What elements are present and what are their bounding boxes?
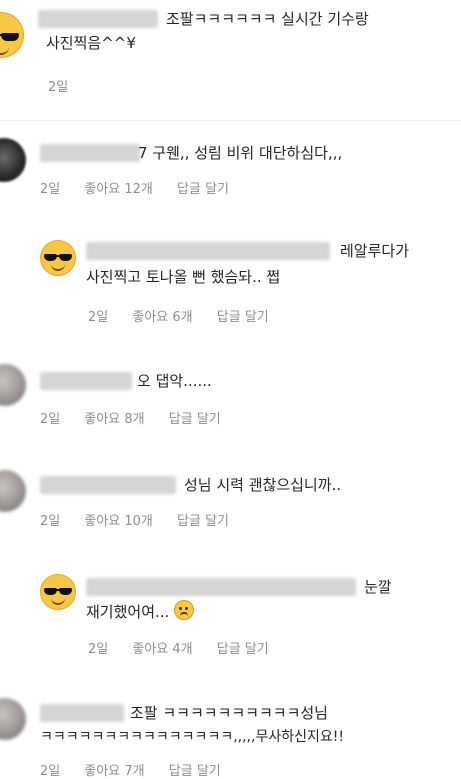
- redacted-username[interactable]: [86, 578, 356, 596]
- comment-time: 2일: [40, 412, 61, 427]
- weary-face-emoji-icon: [174, 600, 195, 620]
- like-count[interactable]: 좋아요 10개: [84, 514, 153, 529]
- redacted-username[interactable]: [40, 704, 124, 722]
- comment-text: 눈깔: [364, 578, 392, 596]
- comment-meta: 2일 좋아요 4개 답글 달기: [88, 638, 289, 657]
- comment-time: 2일: [40, 764, 61, 779]
- redacted-username[interactable]: [40, 144, 140, 162]
- comment-meta: 2일 좋아요 12개 답글 달기: [40, 178, 249, 197]
- sunglasses-emoji-avatar[interactable]: [0, 12, 24, 58]
- comment-time: 2일: [88, 310, 109, 325]
- user-avatar[interactable]: [0, 470, 26, 512]
- redacted-username[interactable]: [38, 10, 158, 28]
- like-count[interactable]: 좋아요 8개: [84, 412, 144, 427]
- reply-button[interactable]: 답글 달기: [177, 514, 229, 529]
- comment-meta: 2일 좋아요 10개 답글 달기: [40, 510, 249, 529]
- sunglasses-emoji-avatar[interactable]: [40, 240, 76, 276]
- user-avatar[interactable]: [0, 698, 26, 740]
- divider: [0, 120, 461, 121]
- reply-button[interactable]: 답글 달기: [177, 182, 229, 197]
- comment-text: 오 댑악......: [137, 372, 212, 390]
- comment-text: 레알루다가: [340, 242, 410, 260]
- comment-text-line2: 사진찍고 토나올 뻔 했슴돠.. 쩝: [86, 268, 281, 286]
- reply-button[interactable]: 답글 달기: [217, 642, 269, 657]
- redacted-username[interactable]: [86, 242, 330, 260]
- comment-meta: 2일 좋아요 6개 답글 달기: [88, 306, 289, 325]
- comment-meta: 2일: [48, 76, 88, 95]
- reply-button[interactable]: 답글 달기: [169, 764, 221, 779]
- user-avatar[interactable]: [0, 364, 26, 406]
- comment-time: 2일: [40, 514, 61, 529]
- redacted-username[interactable]: [40, 372, 132, 390]
- comment-text: 7 구웬,, 성림 비위 대단하심다,,,: [138, 144, 343, 162]
- comment-text: 조팔 ㅋㅋㅋㅋㅋㅋㅋㅋㅋㅋ성님: [130, 704, 328, 722]
- comment-text: 성님 시력 괜찮으십니까..: [184, 476, 342, 494]
- like-count[interactable]: 좋아요 4개: [132, 642, 192, 657]
- comment-text-line2: ㅋㅋㅋㅋㅋㅋㅋㅋㅋㅋㅋㅋㅋㅋㅋ,,,,,무사하신지요!!: [40, 729, 344, 745]
- sunglasses-emoji-avatar[interactable]: [40, 574, 76, 610]
- like-count[interactable]: 좋아요 7개: [84, 764, 144, 779]
- user-avatar[interactable]: [0, 138, 26, 182]
- comment-time: 2일: [88, 642, 109, 657]
- redacted-username[interactable]: [40, 476, 176, 494]
- reply-button[interactable]: 답글 달기: [169, 412, 221, 427]
- comment-text-line2: 재기했어여...: [86, 600, 195, 623]
- comment-time: 2일: [48, 80, 69, 95]
- like-count[interactable]: 좋아요 12개: [84, 182, 153, 197]
- comment-text-line2: 사진찍음^^¥: [46, 34, 136, 52]
- like-count[interactable]: 좋아요 6개: [132, 310, 192, 325]
- comment-text-line2-value: 재기했어여...: [86, 603, 170, 621]
- reply-button[interactable]: 답글 달기: [217, 310, 269, 325]
- comment-text: 조팔ㅋㅋㅋㅋㅋㅋ 실시간 기수랑: [166, 10, 369, 28]
- comment-meta: 2일 좋아요 8개 답글 달기: [40, 408, 241, 427]
- comment-time: 2일: [40, 182, 61, 197]
